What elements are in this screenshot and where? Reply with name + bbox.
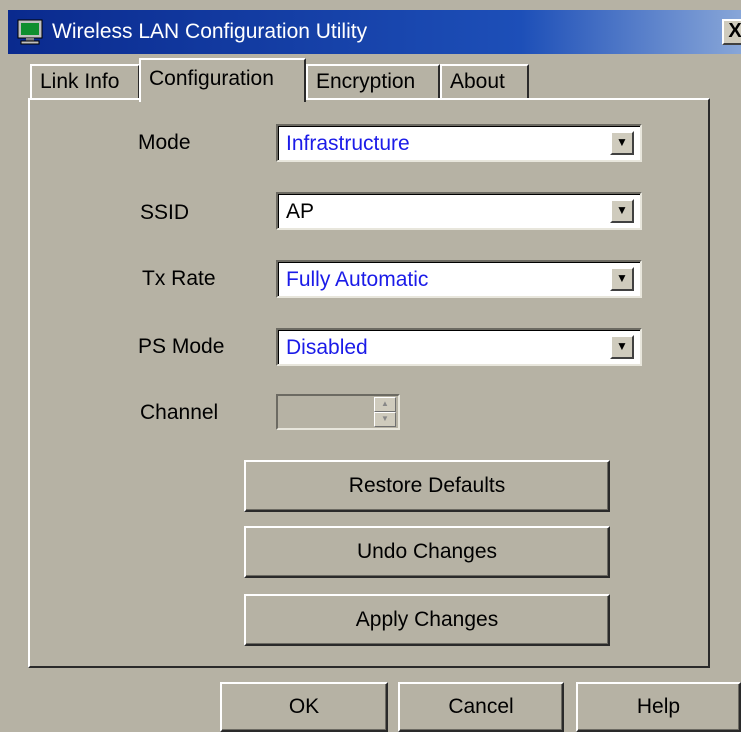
tx-rate-value: Fully Automatic [286, 268, 429, 291]
undo-changes-button[interactable]: Undo Changes [244, 526, 610, 578]
tab-encryption[interactable]: Encryption [306, 64, 440, 100]
spin-down-icon[interactable]: ▼ [374, 412, 396, 427]
close-icon: X [728, 20, 741, 42]
restore-defaults-button[interactable]: Restore Defaults [244, 460, 610, 512]
chevron-down-icon[interactable]: ▼ [610, 199, 634, 223]
ps-mode-label: PS Mode [138, 335, 225, 358]
mode-select[interactable]: Infrastructure ▼ [276, 124, 642, 162]
ps-mode-select[interactable]: Disabled ▼ [276, 328, 642, 366]
chevron-down-icon[interactable]: ▼ [610, 131, 634, 155]
apply-changes-button[interactable]: Apply Changes [244, 594, 610, 646]
chevron-down-icon[interactable]: ▼ [610, 335, 634, 359]
ssid-value: AP [286, 200, 315, 223]
tx-rate-select[interactable]: Fully Automatic ▼ [276, 260, 642, 298]
spin-up-icon[interactable]: ▲ [374, 397, 396, 412]
tab-configuration[interactable]: Configuration [139, 58, 306, 102]
dialog-window: Wireless LAN Configuration Utility X Lin… [0, 0, 741, 732]
channel-label: Channel [140, 401, 219, 424]
channel-spinbox[interactable]: ▲ ▼ [276, 394, 400, 430]
mode-value: Infrastructure [286, 132, 410, 155]
window-title: Wireless LAN Configuration Utility [52, 20, 368, 43]
ssid-select[interactable]: AP ▼ [276, 192, 642, 230]
tab-link-info[interactable]: Link Info [30, 64, 140, 100]
cancel-button[interactable]: Cancel [398, 682, 564, 732]
ok-button[interactable]: OK [220, 682, 388, 732]
channel-spin-buttons[interactable]: ▲ ▼ [374, 397, 396, 427]
configuration-panel: Mode Infrastructure ▼ SSID AP ▼ Tx Rate … [28, 98, 710, 668]
help-button[interactable]: Help [576, 682, 741, 732]
close-button[interactable]: X [722, 19, 741, 45]
mode-label: Mode [138, 131, 191, 154]
tab-about[interactable]: About [440, 64, 529, 100]
chevron-down-icon[interactable]: ▼ [610, 267, 634, 291]
title-bar: Wireless LAN Configuration Utility X [8, 10, 741, 54]
ssid-label: SSID [140, 201, 190, 224]
network-computer-icon [17, 19, 43, 45]
ps-mode-value: Disabled [286, 336, 368, 359]
tx-rate-label: Tx Rate [142, 267, 216, 290]
